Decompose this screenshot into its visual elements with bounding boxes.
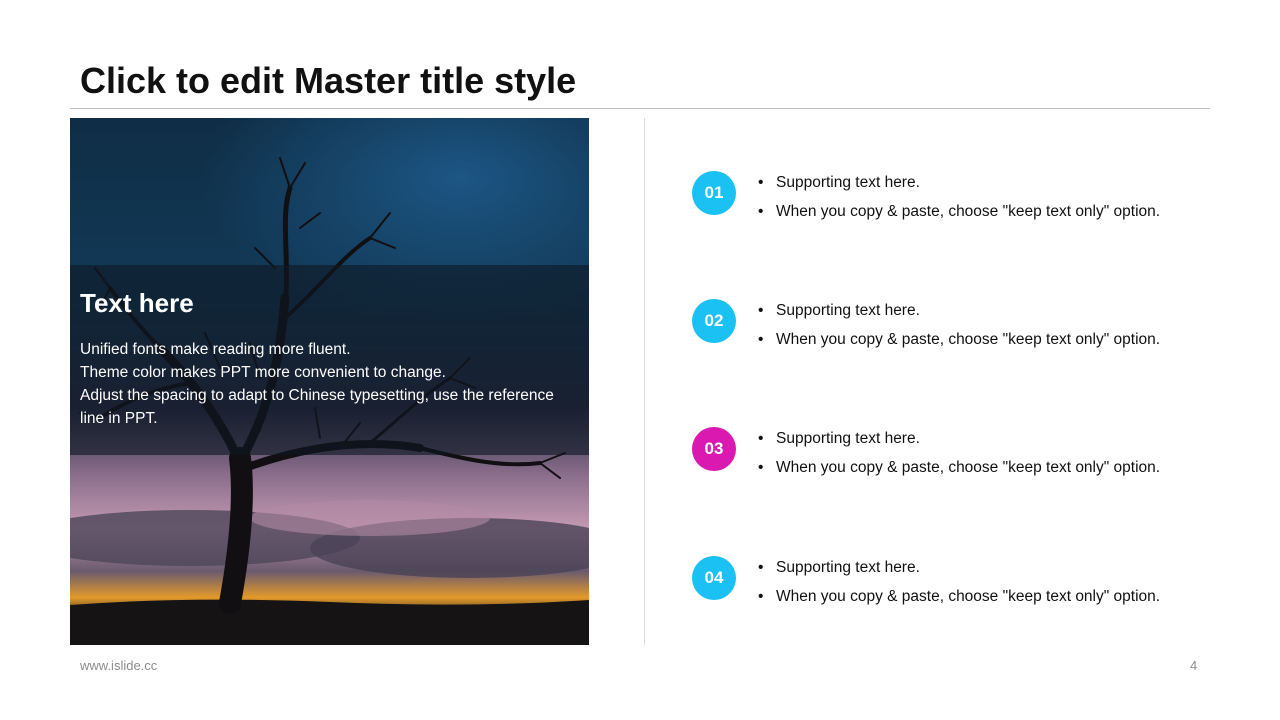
slide-title[interactable]: Click to edit Master title style bbox=[80, 60, 576, 102]
bullet-item: Supporting text here. bbox=[758, 553, 1160, 582]
list-item-03: 03 Supporting text here. When you copy &… bbox=[690, 424, 1210, 507]
number-badge: 01 bbox=[692, 171, 736, 215]
overlay-line: Unified fonts make reading more fluent. bbox=[80, 341, 351, 358]
bullet-item: When you copy & paste, choose "keep text… bbox=[758, 453, 1160, 482]
number-badge: 03 bbox=[692, 427, 736, 471]
bullet-item: When you copy & paste, choose "keep text… bbox=[758, 325, 1160, 354]
number-badge: 02 bbox=[692, 299, 736, 343]
overlay-heading[interactable]: Text here bbox=[80, 288, 194, 319]
bullet-item: When you copy & paste, choose "keep text… bbox=[758, 582, 1160, 611]
bullet-list[interactable]: Supporting text here. When you copy & pa… bbox=[758, 168, 1160, 226]
bullet-item: Supporting text here. bbox=[758, 296, 1160, 325]
page-number: 4 bbox=[1190, 658, 1198, 673]
vertical-divider bbox=[644, 118, 645, 645]
number-badge: 04 bbox=[692, 556, 736, 600]
bullet-item: When you copy & paste, choose "keep text… bbox=[758, 197, 1160, 226]
slide: Click to edit Master title style Text he… bbox=[0, 0, 1280, 720]
bullet-list[interactable]: Supporting text here. When you copy & pa… bbox=[758, 296, 1160, 354]
list-item-02: 02 Supporting text here. When you copy &… bbox=[690, 296, 1210, 379]
overlay-line: Adjust the spacing to adapt to Chinese t… bbox=[80, 387, 554, 427]
list-item-04: 04 Supporting text here. When you copy &… bbox=[690, 553, 1210, 636]
bullet-list[interactable]: Supporting text here. When you copy & pa… bbox=[758, 424, 1160, 482]
overlay-body-text[interactable]: Unified fonts make reading more fluent. … bbox=[80, 338, 580, 430]
title-divider bbox=[70, 108, 1210, 109]
list-item-01: 01 Supporting text here. When you copy &… bbox=[690, 168, 1210, 251]
bullet-item: Supporting text here. bbox=[758, 168, 1160, 197]
bullet-item: Supporting text here. bbox=[758, 424, 1160, 453]
bullet-list[interactable]: Supporting text here. When you copy & pa… bbox=[758, 553, 1160, 611]
tree-sunset-photo: Text here Unified fonts make reading mor… bbox=[70, 118, 589, 645]
footer-url: www.islide.cc bbox=[80, 658, 158, 673]
overlay-line: Theme color makes PPT more convenient to… bbox=[80, 364, 446, 381]
